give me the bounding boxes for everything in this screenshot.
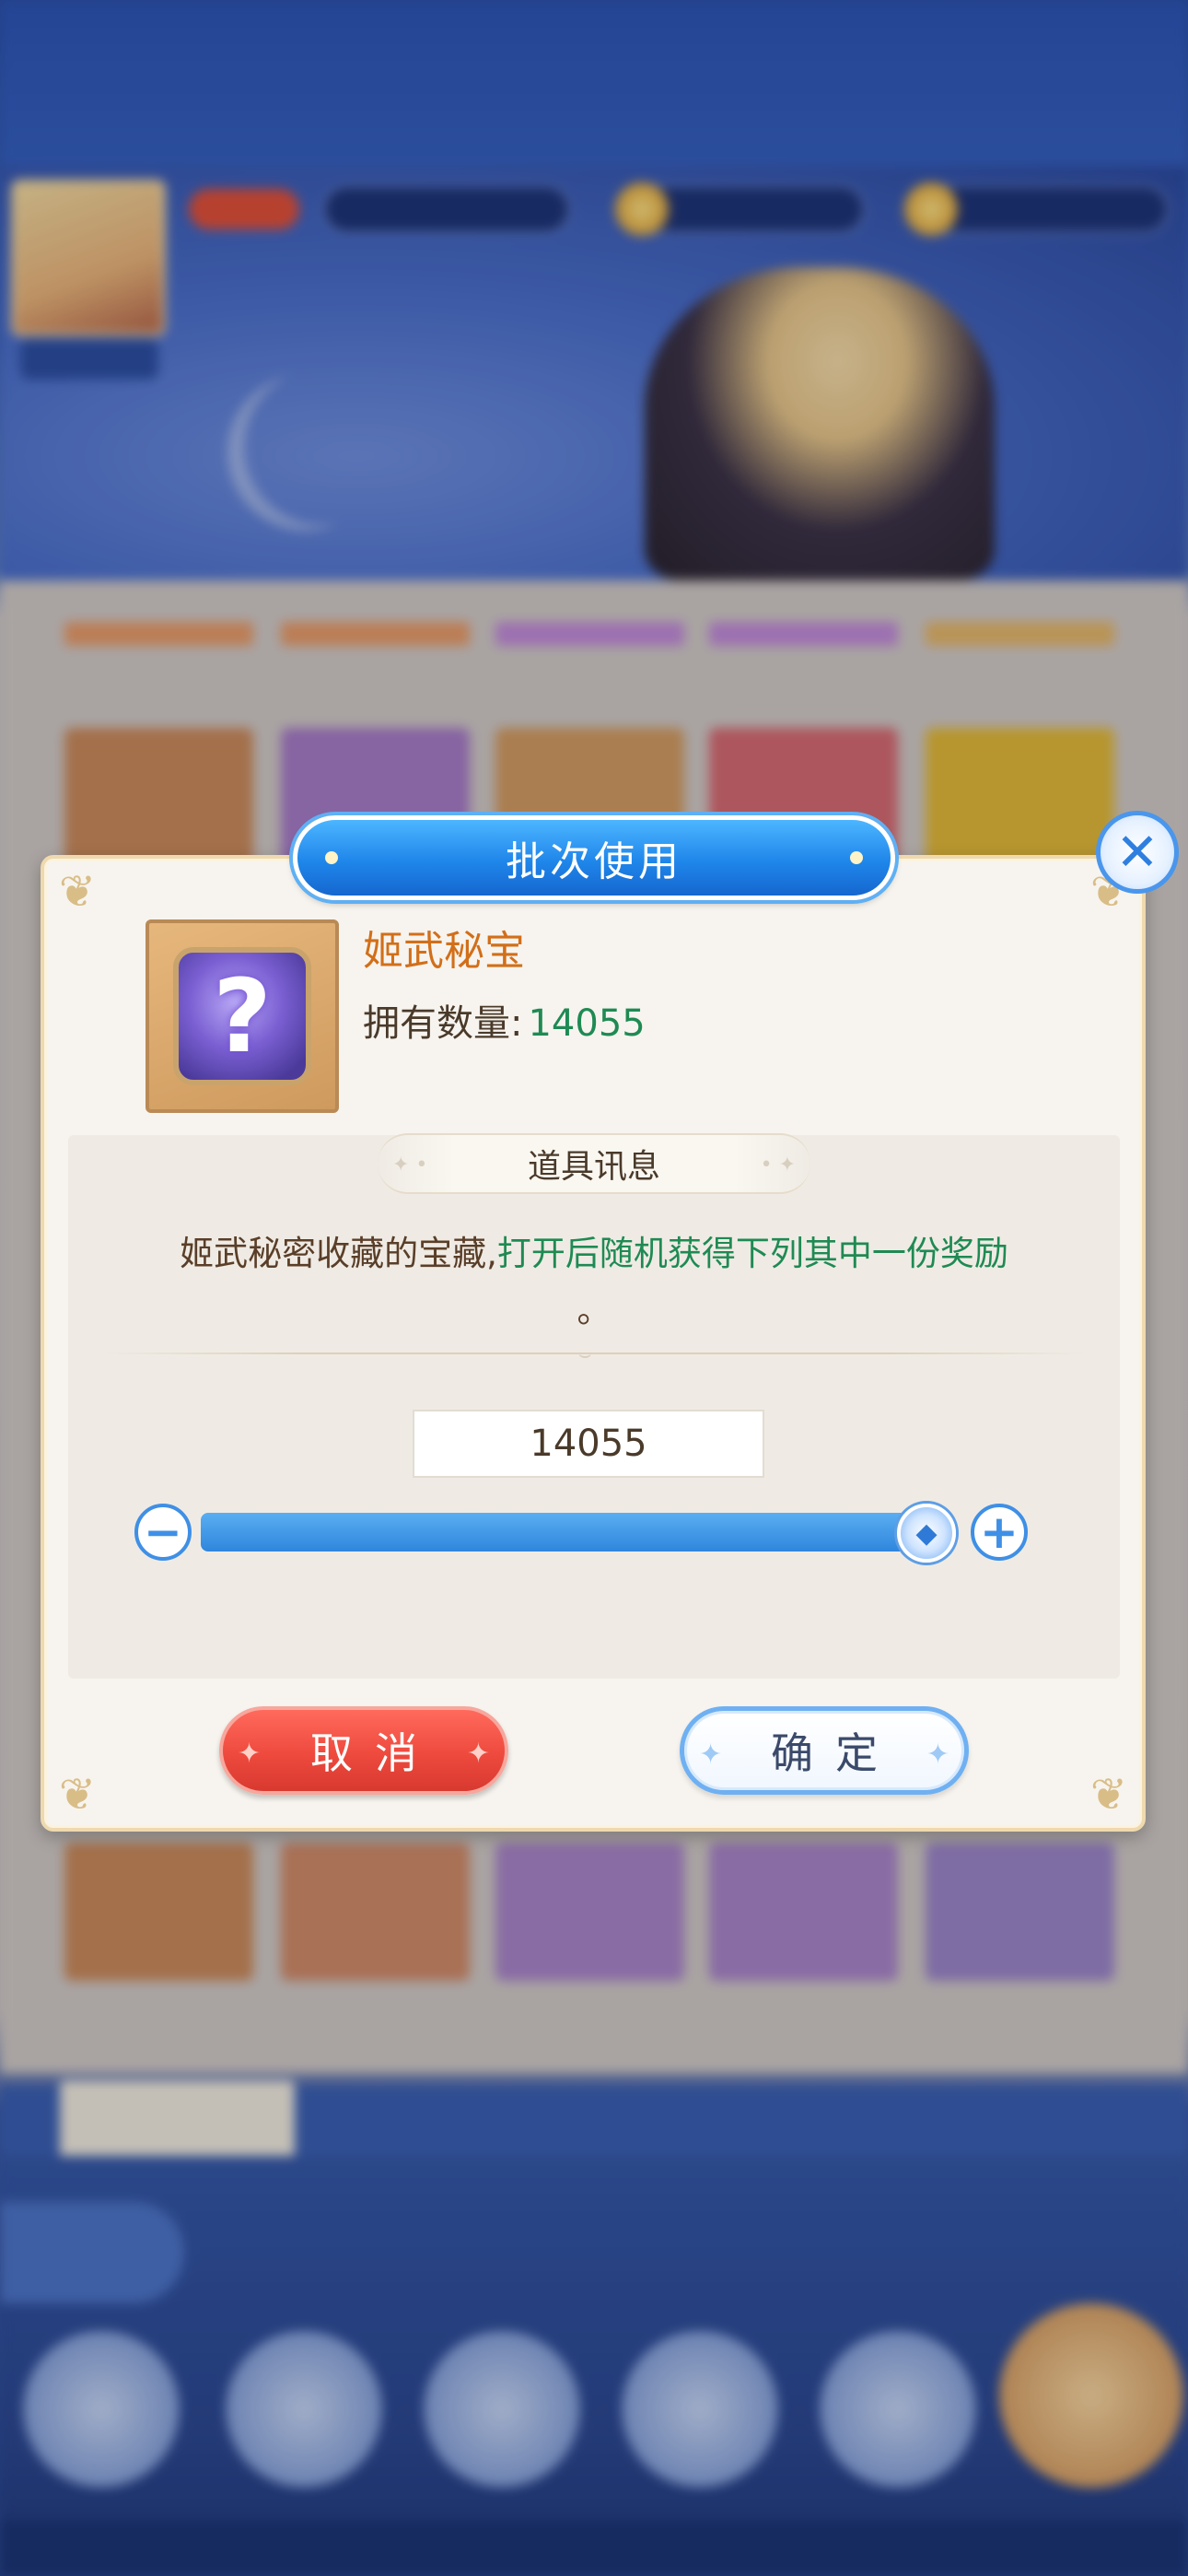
- description-end: 。: [577, 1291, 611, 1330]
- mystery-chest-icon: ?: [173, 947, 311, 1085]
- dialog-title-banner: 批次使用: [293, 815, 895, 900]
- slider-thumb[interactable]: ◆: [897, 1504, 956, 1563]
- description-highlight: 打开后随机获得下列其中一份奖励: [496, 1234, 1008, 1273]
- corner-ornament-icon: ❦: [58, 866, 97, 918]
- sparkle-icon: ✦: [238, 1738, 262, 1770]
- dialog-title: 批次使用: [506, 838, 682, 885]
- increase-button[interactable]: +: [971, 1504, 1028, 1561]
- info-section-header: ✦ • 道具讯息 • ✦: [378, 1133, 810, 1194]
- close-icon: ✕: [1115, 822, 1159, 883]
- item-count-value: 14055: [528, 1002, 646, 1045]
- confirm-button[interactable]: ✦ 确定 ✦: [680, 1706, 969, 1795]
- sparkle-icon: ✦: [466, 1738, 490, 1770]
- item-count: 拥有数量: 14055: [363, 993, 646, 1047]
- cancel-button[interactable]: ✦ 取消 ✦: [219, 1706, 508, 1795]
- cancel-label: 取消: [310, 1728, 439, 1778]
- divider-ornament-icon: ⌣: [578, 1343, 592, 1366]
- item-count-label: 拥有数量:: [363, 1002, 523, 1045]
- description-text: 姬武秘密收藏的宝藏,: [180, 1234, 497, 1273]
- dot-ornament-icon: [325, 851, 338, 864]
- sparkle-icon: ✦ •: [392, 1153, 428, 1177]
- minus-icon: −: [144, 1505, 182, 1559]
- sparkle-icon: ✦: [926, 1739, 949, 1771]
- decrease-button[interactable]: −: [134, 1504, 192, 1561]
- confirm-label: 确定: [771, 1728, 900, 1778]
- item-icon-frame: ?: [146, 919, 339, 1113]
- close-button[interactable]: ✕: [1096, 811, 1179, 894]
- quantity-slider[interactable]: [201, 1513, 938, 1551]
- info-panel: [68, 1135, 1120, 1679]
- corner-ornament-icon: ❦: [58, 1769, 97, 1821]
- item-name: 姬武秘宝: [363, 928, 525, 975]
- item-description: 姬武秘密收藏的宝藏,打开后随机获得下列其中一份奖励 。: [101, 1225, 1087, 1340]
- diamond-icon: ◆: [915, 1516, 938, 1550]
- slider-fill: [201, 1513, 938, 1551]
- info-section-title: 道具讯息: [527, 1148, 660, 1186]
- corner-ornament-icon: ❦: [1089, 1769, 1128, 1821]
- divider: [101, 1352, 1087, 1354]
- sparkle-icon: ✦: [699, 1739, 723, 1771]
- sparkle-icon: • ✦: [760, 1153, 796, 1177]
- plus-icon: +: [980, 1505, 1019, 1559]
- quantity-input[interactable]: 14055: [413, 1410, 764, 1478]
- dot-ornament-icon: [850, 851, 863, 864]
